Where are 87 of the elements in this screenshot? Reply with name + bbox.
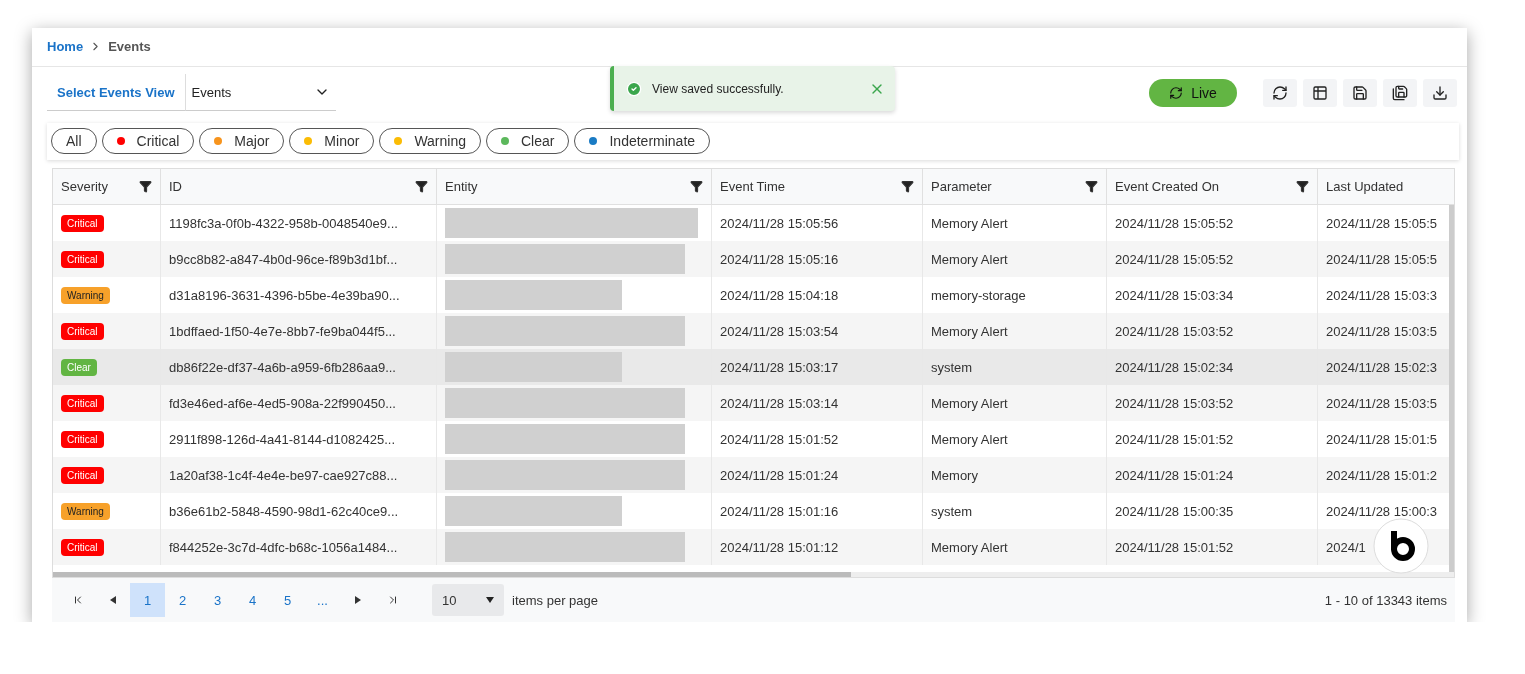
filter-icon[interactable]: [139, 180, 152, 194]
table-cell: 2024/11/28 15:03:14: [712, 385, 923, 422]
page-button[interactable]: ...: [305, 583, 340, 618]
severity-badge: Critical: [61, 466, 104, 484]
columns-icon: [1312, 84, 1328, 101]
column-header[interactable]: Severity: [53, 169, 161, 206]
severity-badge: Critical: [61, 430, 104, 448]
table-cell: 2024/11/28 15:03:52: [1107, 313, 1318, 350]
severity-badge: Critical: [61, 538, 104, 556]
severity-filter-chip[interactable]: Indeterminate: [574, 128, 711, 155]
download-button[interactable]: [1423, 78, 1457, 107]
table-cell: 2024/11/28 15:01:24: [1107, 457, 1318, 494]
filter-icon[interactable]: [901, 180, 914, 194]
table-cell: Memory Alert: [923, 529, 1107, 566]
pagination-summary: 1 - 10 of 13343 items: [1324, 592, 1447, 608]
severity-badge: Warning: [61, 286, 110, 304]
column-header[interactable]: ID: [161, 169, 437, 206]
table-cell: Memory Alert: [923, 241, 1107, 278]
vertical-scrollbar[interactable]: [1449, 205, 1454, 575]
refresh-icon: [1272, 84, 1288, 101]
table-cell: Memory Alert: [923, 385, 1107, 422]
severity-badge: Critical: [61, 322, 104, 340]
severity-filter-chip[interactable]: Clear: [486, 128, 570, 155]
triangle-down-icon: [486, 597, 494, 604]
severity-badge: Critical: [61, 214, 104, 232]
severity-badge: Clear: [61, 358, 97, 376]
triangle-left-icon: [109, 596, 116, 605]
column-header[interactable]: Event Time: [712, 169, 923, 206]
save-as-icon: [1392, 84, 1408, 101]
table-cell: 2024/11/28 15:01:52: [1107, 529, 1318, 566]
breadcrumb-current: Events: [108, 39, 151, 55]
severity-filter-chip[interactable]: Minor: [289, 128, 375, 155]
severity-filter-chip[interactable]: Critical: [101, 128, 195, 155]
page-button[interactable]: 5: [270, 583, 305, 618]
live-button[interactable]: Live: [1149, 78, 1237, 107]
column-header[interactable]: Entity: [437, 169, 712, 206]
triangle-right-icon: [354, 596, 361, 605]
view-dropdown[interactable]: Events: [185, 74, 336, 111]
download-icon: [1432, 84, 1448, 101]
table-cell: 2024/11/28 15:05:16: [712, 241, 923, 278]
severity-filter-chip[interactable]: All: [51, 128, 97, 155]
table-cell: 2024/11/28 15:01:12: [712, 529, 923, 566]
save-button[interactable]: [1343, 78, 1377, 107]
toast-message: View saved successfully.: [652, 81, 785, 96]
table-cell: b9cc8b82-a847-4b0d-96ce-f89b3d1bf...: [161, 241, 437, 278]
table-cell: fd3e46ed-af6e-4ed5-908a-22f990450...: [161, 385, 437, 422]
table-cell: 2024/11/28 15:03:17: [712, 349, 923, 386]
table-cell: f844252e-3c7d-4dfc-b68c-1056a1484...: [161, 529, 437, 566]
filter-icon[interactable]: [690, 180, 703, 194]
page-size-label: items per page: [512, 592, 598, 608]
success-icon: [626, 80, 642, 97]
table-cell: 2024/11/28 15:05:52: [1107, 241, 1318, 278]
severity-badge: Critical: [61, 250, 104, 268]
column-header[interactable]: Last Updated: [1318, 169, 1454, 206]
breadcrumb-link[interactable]: Home: [47, 39, 84, 55]
refresh-icon: [1169, 85, 1184, 100]
filter-icon[interactable]: [1296, 180, 1309, 194]
severity-badge: Critical: [61, 394, 104, 412]
page-size-dropdown[interactable]: 10: [432, 584, 504, 617]
table-cell: 2024/11/28 15:03:52: [1107, 385, 1318, 422]
table-cell: 2024/11/28 15:01:24: [712, 457, 923, 494]
filter-icon[interactable]: [415, 180, 428, 194]
save-as-button[interactable]: [1383, 78, 1417, 107]
table-cell: 2024/11/28 15:02:34: [1107, 349, 1318, 386]
filter-icon[interactable]: [1085, 180, 1098, 194]
table-cell: Memory Alert: [923, 313, 1107, 350]
chat-launcher-icon[interactable]: [1373, 518, 1429, 574]
table-cell: db86f22e-df37-4a6b-a959-6fb286aa9...: [161, 349, 437, 386]
page-button[interactable]: 1: [130, 583, 165, 618]
table-cell: system: [923, 349, 1107, 386]
severity-badge: Warning: [61, 502, 110, 520]
page-button[interactable]: 2: [165, 583, 200, 618]
page-button[interactable]: 4: [235, 583, 270, 618]
view-label: Select Events View: [47, 74, 186, 112]
columns-button[interactable]: [1303, 78, 1337, 107]
table-cell: 1bdffaed-1f50-4e7e-8bb7-fe9ba044f5...: [161, 313, 437, 350]
column-header[interactable]: Event Created On: [1107, 169, 1318, 206]
table-cell: Memory: [923, 457, 1107, 494]
save-icon: [1352, 84, 1368, 101]
refresh-button[interactable]: [1263, 78, 1297, 107]
severity-filter-chip[interactable]: Major: [199, 128, 285, 155]
severity-filter-chip[interactable]: Warning: [379, 128, 481, 155]
table-cell: 2024/11/28 15:03:54: [712, 313, 923, 350]
table-cell: 1a20af38-1c4f-4e4e-be97-cae927c88...: [161, 457, 437, 494]
horizontal-scrollbar[interactable]: [53, 572, 851, 578]
column-header[interactable]: Parameter: [923, 169, 1107, 206]
page-button[interactable]: 3: [200, 583, 235, 618]
